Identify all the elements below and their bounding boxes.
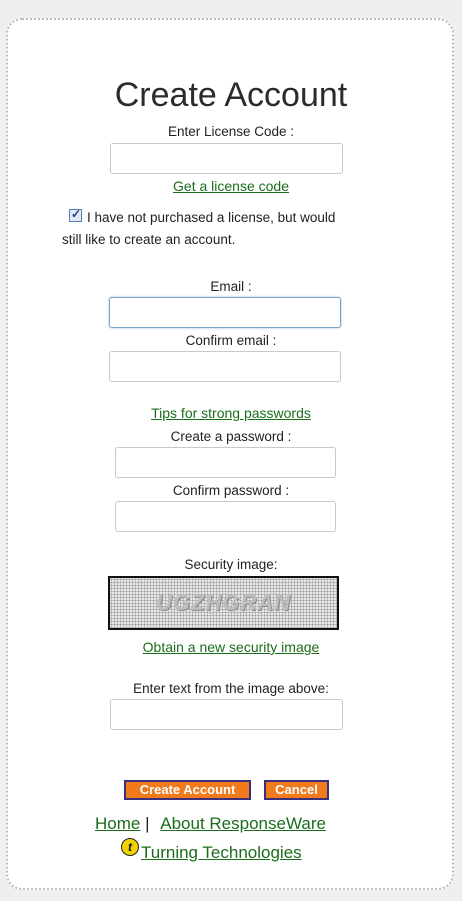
confirm-email-label: Confirm email : xyxy=(185,333,277,348)
get-license-code-link[interactable]: Get a license code xyxy=(173,178,289,194)
confirm-email-input[interactable] xyxy=(109,351,341,382)
home-link[interactable]: Home xyxy=(95,814,140,833)
create-account-button[interactable]: Create Account xyxy=(124,780,251,800)
turning-logo-icon: t xyxy=(121,838,139,856)
security-image-label: Security image: xyxy=(184,557,278,572)
turning-technologies-link[interactable]: Turning Technologies xyxy=(141,843,302,862)
confirm-password-label: Confirm password : xyxy=(172,483,290,498)
checkmark-icon: ✓ xyxy=(71,207,82,221)
no-license-label-line1: I have not purchased a license, but woul… xyxy=(87,210,336,225)
confirm-password-input[interactable] xyxy=(115,501,336,532)
license-code-label: Enter License Code : xyxy=(167,124,295,139)
email-input[interactable] xyxy=(109,297,341,328)
captcha-input[interactable] xyxy=(110,699,343,730)
create-password-label: Create a password : xyxy=(170,429,292,444)
page-title: Create Account xyxy=(114,76,348,114)
email-label: Email : xyxy=(210,279,252,294)
password-input[interactable] xyxy=(115,447,336,478)
password-tips-link[interactable]: Tips for strong passwords xyxy=(151,405,311,421)
captcha-input-label: Enter text from the image above: xyxy=(133,681,329,696)
license-code-input[interactable] xyxy=(110,143,343,174)
about-responseware-link[interactable]: About ResponseWare xyxy=(160,814,326,833)
security-captcha-image: UGZHGRAN xyxy=(108,576,339,630)
no-license-label-line2: still like to create an account. xyxy=(62,232,236,247)
no-license-checkbox[interactable]: ✓ xyxy=(69,207,82,222)
cancel-button[interactable]: Cancel xyxy=(264,780,329,800)
footer-separator: | xyxy=(145,814,150,833)
new-security-image-link[interactable]: Obtain a new security image xyxy=(143,639,320,655)
